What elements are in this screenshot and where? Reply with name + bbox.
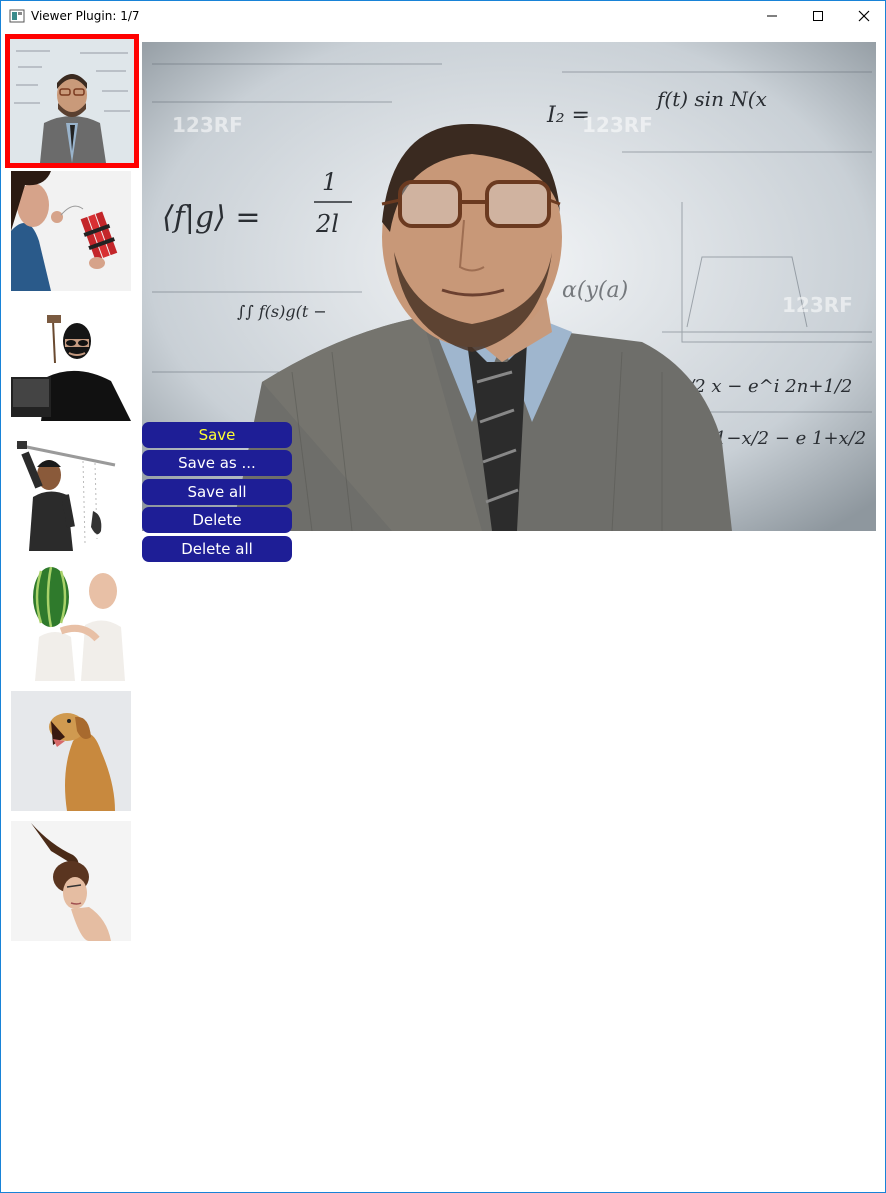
formula-frac-num: 1 [322,168,337,196]
maximize-icon [813,11,823,21]
delete-all-button[interactable]: Delete all [142,536,292,562]
thumbnail-3[interactable] [11,301,131,421]
formula-sin: f(t) sin N(x [655,87,767,111]
viewer-window: Viewer Plugin: 1/7 ⟨f|g⟩ = 1 2l I₂ = f(t… [0,0,886,1193]
thumbnail-image-woman-dynamite [11,171,131,291]
minimize-button[interactable] [749,1,795,31]
thumbnail-7[interactable] [11,821,131,941]
watermark-1: 123RF [172,113,243,137]
watermark-2: 123RF [582,113,653,137]
close-icon [858,10,870,22]
thumbnail-1-selected[interactable] [5,34,139,168]
delete-button[interactable]: Delete [142,507,292,533]
app-icon [9,9,25,23]
formula-fg: ⟨f|g⟩ = [162,200,261,235]
formula-int: ∫∫ f(s)g(t − [237,302,327,321]
formula-alpha: α(y(a) [562,278,628,303]
save-button[interactable]: Save [142,422,292,448]
thumbnail-4[interactable] [11,431,131,551]
title-bar[interactable]: Viewer Plugin: 1/7 [1,1,885,31]
thumbnail-2[interactable] [11,171,131,291]
save-as-button[interactable]: Save as ... [142,450,292,476]
thumbnail-image-masked-burglar [11,301,131,421]
thumbnail-5[interactable] [11,561,131,681]
minimize-icon [767,15,777,17]
thumbnail-image-man-sword [11,431,131,551]
maximize-button[interactable] [795,1,841,31]
thumbnail-image-dog [11,691,131,811]
thumbnail-image-man-glasses [10,39,134,163]
save-all-button[interactable]: Save all [142,479,292,505]
thumbnail-6[interactable] [11,691,131,811]
window-title: Viewer Plugin: 1/7 [31,9,140,23]
formula-frac-den: 2l [315,210,339,238]
watermark-3: 123RF [782,293,853,317]
close-button[interactable] [841,1,885,31]
thumbnail-image-woman-horn-hair [11,821,131,941]
thumbnail-image-watermelon [11,561,131,681]
